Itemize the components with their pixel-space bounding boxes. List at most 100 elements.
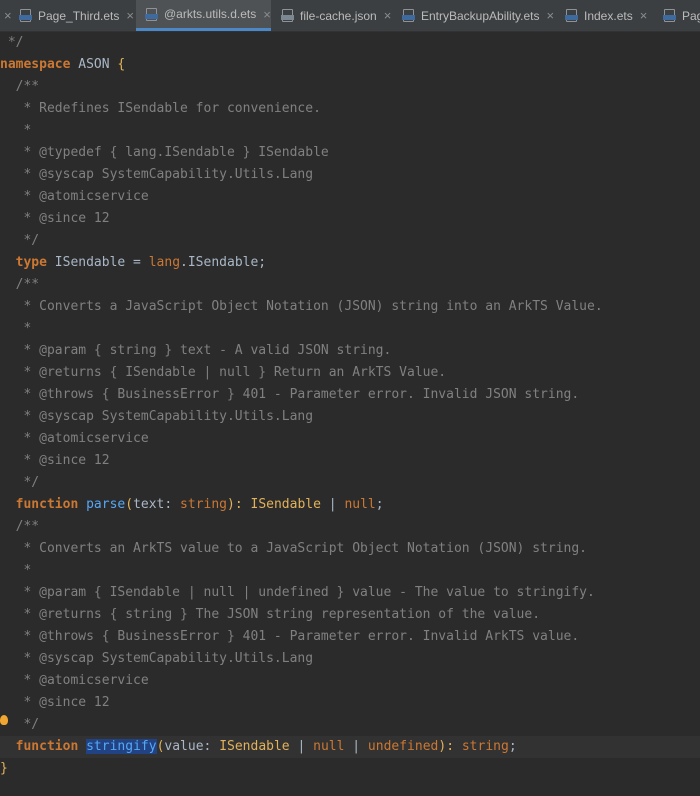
code-line: */ xyxy=(0,472,700,494)
comment-text: /** xyxy=(0,519,40,534)
type-ref: ISendable xyxy=(250,497,321,512)
code-line: /** xyxy=(0,516,700,538)
paren: ): xyxy=(438,739,462,754)
comment-text: * Redefines ISendable for convenience. xyxy=(0,101,321,116)
code-line: * @param { ISendable | null | undefined … xyxy=(0,582,700,604)
tab-page-third[interactable]: Page_Third.ets × xyxy=(19,0,134,31)
comment-text: * @atomicservice xyxy=(0,189,149,204)
brace: } xyxy=(0,761,8,776)
close-icon[interactable]: × xyxy=(126,8,134,23)
type-keyword: null xyxy=(313,739,345,754)
punct: ; xyxy=(508,739,517,754)
close-icon[interactable]: × xyxy=(263,7,271,22)
keyword: type xyxy=(0,255,47,270)
comment-text: * @since 12 xyxy=(0,453,110,468)
code-line: type ISendable = lang.ISendable; xyxy=(0,252,700,274)
comment-text: * @syscap SystemCapability.Utils.Lang xyxy=(0,651,314,666)
code-line: * xyxy=(0,120,700,142)
comment-text: * @atomicservice xyxy=(0,431,149,446)
code-editor[interactable]: */ namespace ASON { /** * Redefines ISen… xyxy=(0,32,700,796)
lightbulb-icon[interactable] xyxy=(0,715,8,725)
code-line: * @atomicservice xyxy=(0,670,700,692)
tab-label: @arkts.utils.d.ets xyxy=(164,7,257,21)
type-keyword: string xyxy=(461,739,509,754)
comment-text: * @param { string } text - A valid JSON … xyxy=(0,343,392,358)
tab-index[interactable]: Index.ets × xyxy=(565,0,648,31)
code-line: /** xyxy=(0,76,700,98)
tab-close-partial[interactable]: × xyxy=(4,0,12,31)
comment-text: * @typedef { lang.ISendable } ISendable xyxy=(0,145,329,160)
tab-label: EntryBackupAbility.ets xyxy=(421,8,540,23)
tab-label: file-cache.json xyxy=(300,8,377,23)
keyword: namespace xyxy=(0,57,71,72)
tab-label: Index.ets xyxy=(584,8,633,23)
code-line: * @since 12 xyxy=(0,692,700,714)
namespace-name: ASON xyxy=(70,57,118,72)
punct: ; xyxy=(375,497,384,512)
code-line: * @typedef { lang.ISendable } ISendable xyxy=(0,142,700,164)
code-line: * @syscap SystemCapability.Utils.Lang xyxy=(0,648,700,670)
punct: | xyxy=(289,739,314,754)
code-line: * @throws { BusinessError } 401 - Parame… xyxy=(0,626,700,648)
tab-arkts-utils[interactable]: @arkts.utils.d.ets × xyxy=(136,0,271,31)
ets-file-icon xyxy=(145,7,158,21)
tab-label: Page_Third.ets xyxy=(38,8,120,23)
comment-text: * Converts an ArkTS value to a JavaScrip… xyxy=(0,541,587,556)
function-name: parse xyxy=(86,497,126,512)
code-line: * Redefines ISendable for convenience. xyxy=(0,98,700,120)
code-line: */ xyxy=(0,230,700,252)
code-line: * @syscap SystemCapability.Utils.Lang xyxy=(0,406,700,428)
punct: : xyxy=(164,497,181,512)
comment-text: * @syscap SystemCapability.Utils.Lang xyxy=(0,409,314,424)
comment-text: */ xyxy=(0,233,40,248)
ets-file-icon xyxy=(19,9,32,22)
param-name: text xyxy=(133,497,165,512)
tab-file-cache[interactable]: file-cache.json × xyxy=(281,0,392,31)
code-line: * xyxy=(0,318,700,340)
type-keyword: null xyxy=(344,497,376,512)
close-icon[interactable]: × xyxy=(4,8,12,23)
code-line: */ xyxy=(0,32,700,54)
json-file-icon xyxy=(281,9,294,22)
close-icon[interactable]: × xyxy=(547,8,555,23)
keyword: function xyxy=(0,739,79,754)
comment-text: * @returns { string } The JSON string re… xyxy=(0,607,541,622)
comment-text: /** xyxy=(0,277,40,292)
code-line: * @atomicservice xyxy=(0,186,700,208)
punct: : xyxy=(203,739,220,754)
close-icon[interactable]: × xyxy=(384,8,392,23)
code-line: * @returns { string } The JSON string re… xyxy=(0,604,700,626)
code-line: * @returns { ISendable | null } Return a… xyxy=(0,362,700,384)
type-alias: ISendable = xyxy=(46,255,149,270)
brace: { xyxy=(117,57,126,72)
code-line-current: function stringify(value: ISendable | nu… xyxy=(0,736,700,758)
code-line: * Converts an ArkTS value to a JavaScrip… xyxy=(0,538,700,560)
comment-text: */ xyxy=(0,35,24,50)
keyword: function xyxy=(0,497,79,512)
comment-text: * @throws { BusinessError } 401 - Parame… xyxy=(0,387,580,402)
code-line: * @since 12 xyxy=(0,450,700,472)
code-line: /** xyxy=(0,274,700,296)
comment-text: * @atomicservice xyxy=(0,673,149,688)
punct: | xyxy=(344,739,368,754)
comment-text: * @since 12 xyxy=(0,695,110,710)
code-line: */ xyxy=(0,714,700,736)
tab-label: Pag xyxy=(682,8,700,23)
comment-text: */ xyxy=(0,475,40,490)
param-name: value xyxy=(164,739,204,754)
code-line: } xyxy=(0,758,700,780)
comment-text: * @syscap SystemCapability.Utils.Lang xyxy=(0,167,314,182)
editor-tab-bar: × Page_Third.ets × @arkts.utils.d.ets × … xyxy=(0,0,700,32)
type-keyword: string xyxy=(180,497,228,512)
ets-file-icon xyxy=(565,9,578,22)
comment-text: * @since 12 xyxy=(0,211,110,226)
punct: | xyxy=(320,497,345,512)
close-icon[interactable]: × xyxy=(640,8,648,23)
paren: ( xyxy=(125,497,134,512)
ets-file-icon xyxy=(663,9,676,22)
tab-entry-backup-ability[interactable]: EntryBackupAbility.ets × xyxy=(402,0,555,31)
function-name-selected[interactable]: stringify xyxy=(86,739,157,754)
comment-text: * xyxy=(0,321,32,336)
code-line: * @syscap SystemCapability.Utils.Lang xyxy=(0,164,700,186)
tab-page-partial[interactable]: Pag xyxy=(663,0,700,31)
